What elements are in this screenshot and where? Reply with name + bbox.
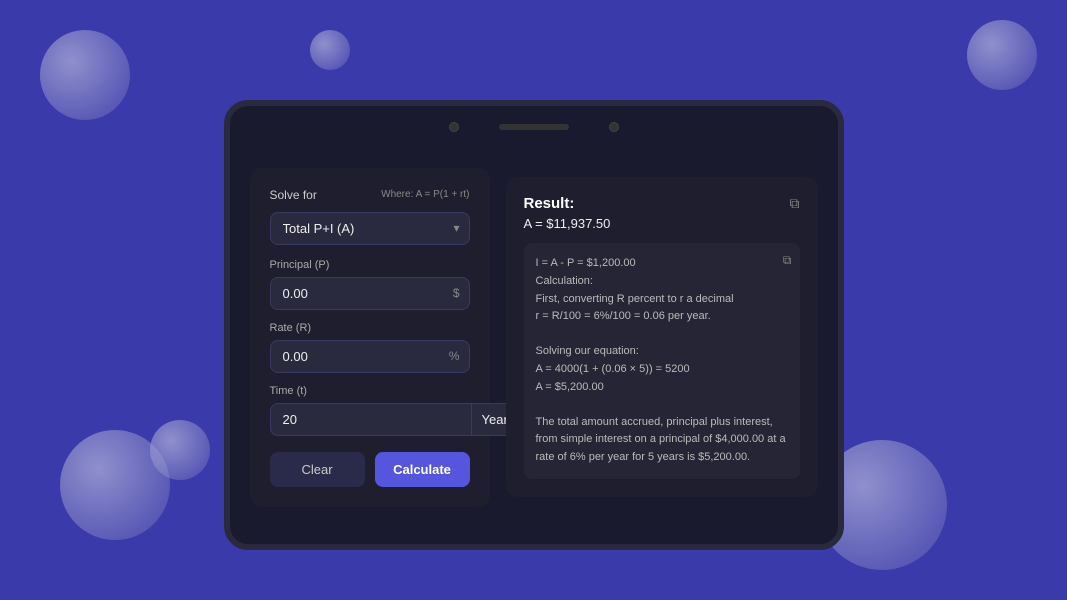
tablet-speaker <box>499 124 569 130</box>
time-label: Time (t) <box>270 385 470 397</box>
solve-for-header: Solve for Where: A = P(1 + rt) <box>270 188 470 202</box>
principal-input[interactable] <box>270 277 470 310</box>
rate-field-group: Rate (R) % <box>270 322 470 373</box>
formula-text: Where: A = P(1 + rt) <box>381 189 469 200</box>
detail-line-7: A = 4000(1 + (0.06 × 5)) = 5200 <box>536 361 788 379</box>
detail-line-10: The total amount accrued, principal plus… <box>536 414 788 467</box>
result-title: Result: <box>524 195 575 212</box>
solve-for-label: Solve for <box>270 188 317 202</box>
rate-input-wrapper: % <box>270 340 470 373</box>
detail-line-6: Solving our equation: <box>536 343 788 361</box>
solve-for-select-wrapper[interactable]: Total P+I (A) ▾ <box>270 212 470 245</box>
detail-line-3: First, converting R percent to r a decim… <box>536 291 788 309</box>
clear-button[interactable]: Clear <box>270 452 365 487</box>
bubble-decoration-2 <box>310 30 350 70</box>
button-row: Clear Calculate <box>270 452 470 487</box>
rate-input[interactable] <box>270 340 470 373</box>
tablet-camera <box>449 122 459 132</box>
tablet-content: Solve for Where: A = P(1 + rt) Total P+I… <box>230 140 838 544</box>
principal-label: Principal (P) <box>270 259 470 271</box>
detail-copy-icon[interactable]: ⧉ <box>783 251 792 270</box>
principal-field-group: Principal (P) $ <box>270 259 470 310</box>
rate-label: Rate (R) <box>270 322 470 334</box>
solve-for-select[interactable]: Total P+I (A) <box>270 212 470 245</box>
detail-line-2: Calculation: <box>536 273 788 291</box>
result-header: Result: ⧉ <box>524 195 800 212</box>
result-main-value: A = $11,937.50 <box>524 216 800 231</box>
calculate-button[interactable]: Calculate <box>375 452 470 487</box>
tablet-top-bar <box>230 116 838 140</box>
time-input-wrapper: Years Months ▾ <box>270 403 470 436</box>
principal-input-wrapper: $ <box>270 277 470 310</box>
tablet-frame: Solve for Where: A = P(1 + rt) Total P+I… <box>224 100 844 550</box>
principal-suffix: $ <box>453 286 460 300</box>
bubble-decoration-3 <box>967 20 1037 90</box>
bubble-decoration-5 <box>150 420 210 480</box>
tablet-mic <box>609 122 619 132</box>
rate-suffix: % <box>449 349 460 363</box>
result-detail-box: ⧉ I = A - P = $1,200.00 Calculation: Fir… <box>524 243 800 478</box>
detail-line-1: I = A - P = $1,200.00 <box>536 255 788 273</box>
detail-line-8: A = $5,200.00 <box>536 379 788 397</box>
bubble-decoration-1 <box>40 30 130 120</box>
calculator-panel: Solve for Where: A = P(1 + rt) Total P+I… <box>250 168 490 507</box>
copy-icon[interactable]: ⧉ <box>790 195 800 212</box>
time-input[interactable] <box>270 403 471 436</box>
result-panel: Result: ⧉ A = $11,937.50 ⧉ I = A - P = $… <box>506 177 818 496</box>
detail-line-4: r = R/100 = 6%/100 = 0.06 per year. <box>536 308 788 326</box>
time-field-group: Time (t) Years Months ▾ <box>270 385 470 436</box>
